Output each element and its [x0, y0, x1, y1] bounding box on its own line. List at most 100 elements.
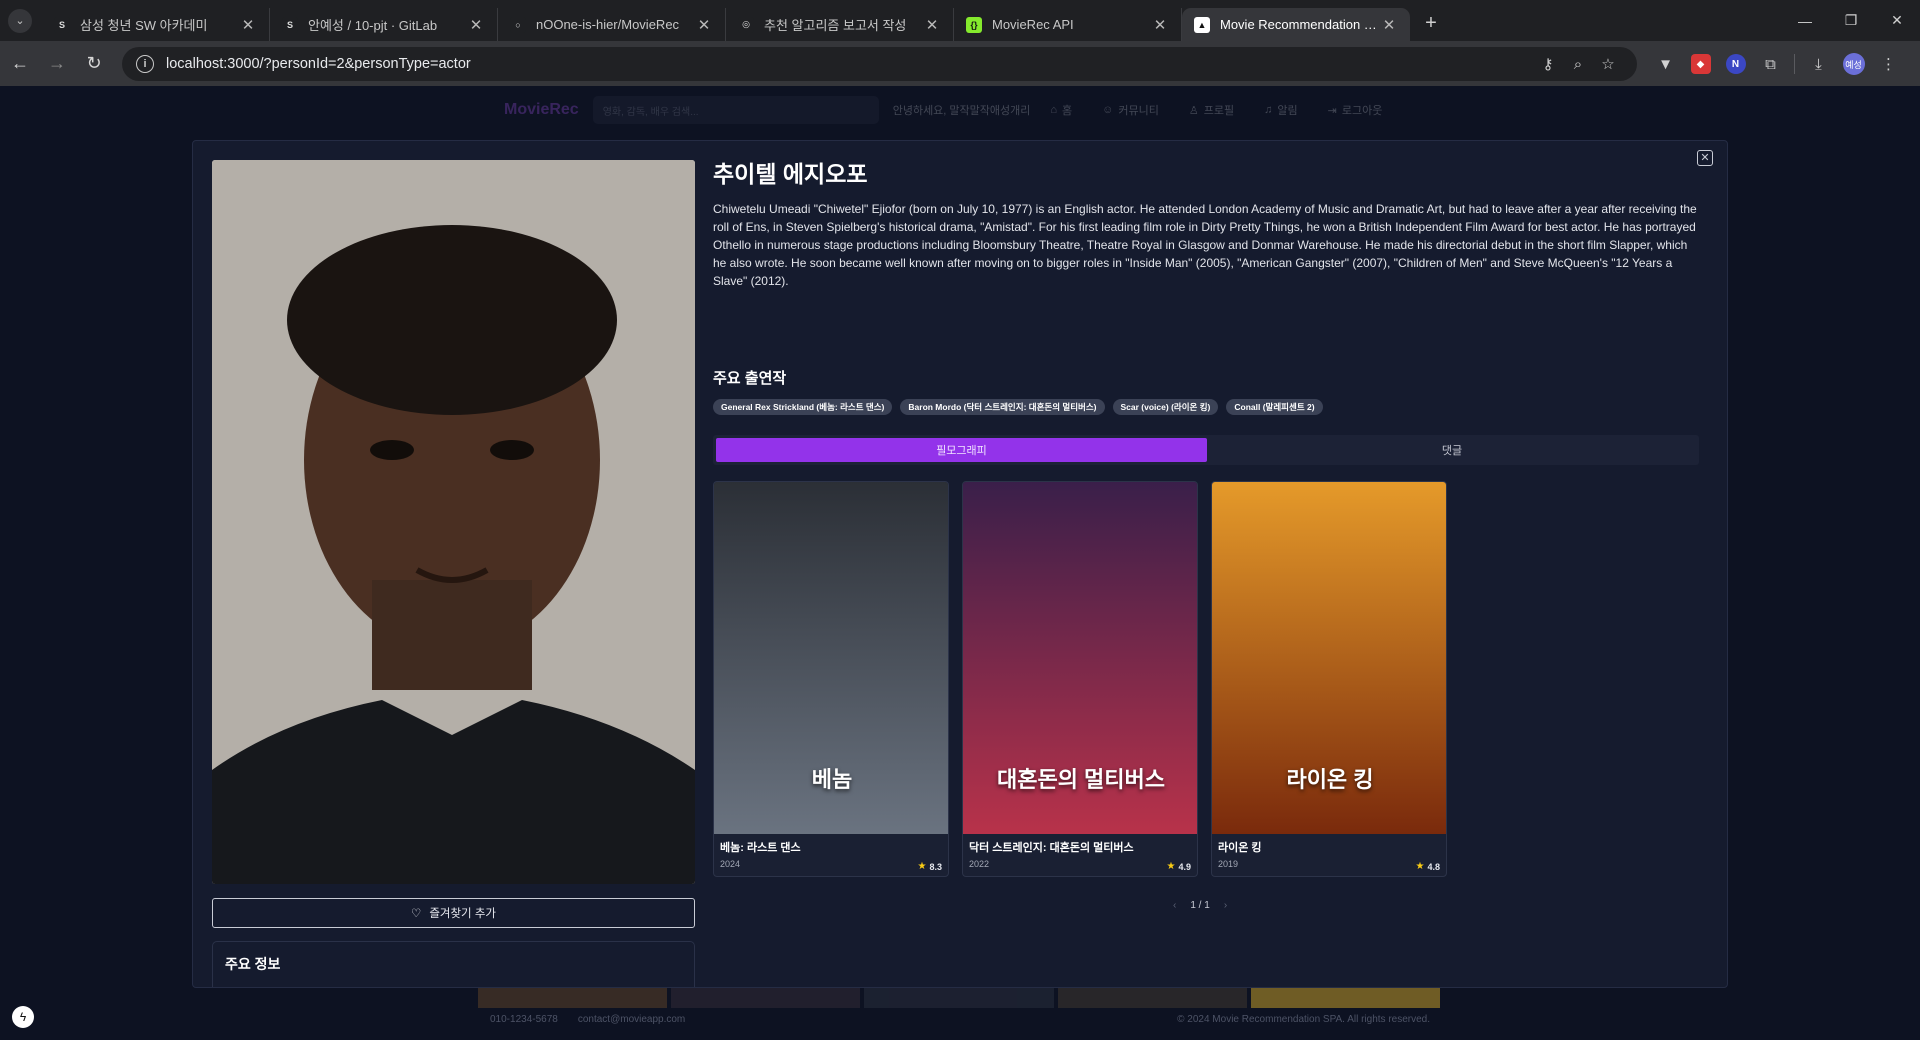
nav-link[interactable]: ⌂ 홈 [1050, 102, 1072, 118]
next-page-icon[interactable]: › [1224, 900, 1227, 911]
heart-icon: ♡ [411, 908, 422, 920]
tab-title: 안예성 / 10-pjt · GitLab [308, 18, 438, 33]
footer-phone: 010-1234-5678 [490, 1014, 558, 1025]
movie-meta: 닥터 스트레인지: 대혼돈의 멀티버스 2022 ★ 4.9 [963, 834, 1197, 876]
app-page: MovieRec 영화, 감독, 배우 검색... 안녕하세요, 말작말작애성개… [0, 86, 1920, 1040]
movie-poster[interactable]: 라이온 킹 [1212, 482, 1446, 834]
poster-title-text: 대혼돈의 멀티버스 [996, 767, 1166, 792]
url-text[interactable]: localhost:3000/?personId=2&personType=ac… [166, 56, 1533, 72]
tab-title: MovieRec API [992, 17, 1074, 32]
brand-logo[interactable]: MovieRec [504, 101, 579, 119]
tab-close-icon[interactable]: ✕ [695, 16, 713, 34]
ssafy-icon: S [54, 16, 70, 33]
poster-title-text: 라이온 킹 [1286, 767, 1374, 792]
swagger-icon: {} [966, 16, 982, 33]
profile-avatar[interactable]: 예성 [1836, 47, 1871, 81]
restore-icon[interactable]: ❐ [1828, 0, 1874, 41]
person-detail-panel: 추이텔 에지오포 Chiwetelu Umeadi "Chiwetel" Eji… [713, 155, 1713, 911]
content-tabs: 필모그래피 댓글 [713, 435, 1699, 465]
app-navbar: MovieRec 영화, 감독, 배우 검색... 안녕하세요, 말작말작애성개… [0, 86, 1920, 134]
person-name: 추이텔 에지오포 [713, 161, 868, 187]
add-favorite-label: 즐겨찾기 추가 [429, 908, 496, 920]
tab-comments[interactable]: 댓글 [1207, 438, 1697, 462]
movie-card[interactable]: 라이온 킹 라이온 킹 2019 ★ 4.8 [1211, 481, 1447, 877]
nav-link[interactable]: ☺ 커뮤니티 [1102, 102, 1159, 118]
role-chip[interactable]: Baron Mordo (닥터 스트레인지: 대혼돈의 멀티버스) [900, 399, 1105, 415]
portrait-image [212, 160, 695, 884]
browser-toolbar: ← → ↻ i localhost:3000/?personId=2&perso… [0, 41, 1920, 86]
minimize-icon[interactable]: — [1782, 0, 1828, 41]
role-chip[interactable]: General Rex Strickland (베놈: 라스트 댄스) [713, 399, 893, 415]
github-icon: ○ [510, 16, 526, 33]
password-key-icon[interactable]: ⚷ [1533, 55, 1563, 73]
zoom-icon[interactable]: ⌕ [1563, 56, 1593, 73]
address-bar[interactable]: i localhost:3000/?personId=2&personType=… [122, 47, 1637, 81]
nextjs-dev-indicator-icon[interactable]: ϟ [12, 1006, 34, 1028]
browser-tab[interactable]: {} MovieRec API ✕ [954, 8, 1182, 41]
movie-rating: ★ 4.9 [1167, 861, 1191, 872]
role-chip-list: General Rex Strickland (베놈: 라스트 댄스) Baron… [713, 399, 1323, 415]
vue-devtools-icon[interactable]: ▼ [1648, 47, 1683, 81]
browser-tab[interactable]: ○ nOOne-is-hier/MovieRec ✕ [498, 8, 726, 41]
menu-dots-icon[interactable]: ⋮ [1871, 47, 1906, 81]
extensions-puzzle-icon[interactable]: ⧉ [1753, 47, 1788, 81]
prev-page-icon[interactable]: ‹ [1173, 900, 1176, 911]
nav-link[interactable]: ♫ 알림 [1264, 102, 1298, 118]
gitlab-icon: S [282, 16, 298, 33]
role-chip[interactable]: Scar (voice) (라이온 킹) [1112, 399, 1219, 415]
page-indicator: 1 / 1 [1190, 900, 1210, 911]
movie-title: 닥터 스트레인지: 대혼돈의 멀티버스 [969, 842, 1134, 854]
nav-link[interactable]: ♙ 프로필 [1189, 102, 1234, 118]
pagination: ‹ 1 / 1 › [1173, 900, 1227, 911]
extension-red-icon[interactable]: ◆ [1683, 47, 1718, 81]
app-search-input[interactable]: 영화, 감독, 배우 검색... [592, 96, 879, 124]
browser-tab[interactable]: S 삼성 청년 SW 아카데미 ✕ [42, 8, 270, 41]
browser-tab[interactable]: S 안예성 / 10-pjt · GitLab ✕ [270, 8, 498, 41]
nav-link[interactable]: ⇥ 로그아웃 [1328, 102, 1383, 118]
tab-filmography[interactable]: 필모그래피 [716, 438, 1207, 462]
person-portrait [212, 160, 695, 884]
tab-close-icon[interactable]: ✕ [923, 16, 941, 34]
tab-close-icon[interactable]: ✕ [239, 16, 257, 34]
nav-link-label: 홈 [1062, 105, 1073, 117]
browser-tab[interactable]: ◎ 추천 알고리즘 보고서 작성 ✕ [726, 8, 954, 41]
movie-year: 2024 [720, 859, 741, 869]
footer-copyright: © 2024 Movie Recommendation SPA. All rig… [1177, 1014, 1430, 1025]
new-tab-icon[interactable]: + [1416, 9, 1446, 39]
rating-value: 4.8 [1427, 861, 1440, 872]
tab-close-icon[interactable]: ✕ [467, 16, 485, 34]
movie-poster[interactable]: 대혼돈의 멀티버스 [963, 482, 1197, 834]
movie-card[interactable]: 대혼돈의 멀티버스닥터 스트레인지: 대혼돈의 멀티버스 2022 ★ 4.9 [962, 481, 1198, 877]
vercel-icon: ▲ [1194, 16, 1210, 33]
star-icon: ★ [1415, 861, 1425, 872]
window-close-icon[interactable]: ✕ [1874, 0, 1920, 41]
forward-icon[interactable]: → [40, 47, 74, 81]
openai-icon: ◎ [738, 16, 754, 33]
reload-icon[interactable]: ↻ [77, 47, 111, 81]
toolbar-separator [1794, 54, 1795, 74]
person-info-card: 주요 정보 [212, 941, 695, 987]
browser-tab[interactable]: ▲ Movie Recommendation SPA ✕ [1182, 8, 1410, 41]
movie-year: 2019 [1218, 859, 1239, 869]
movie-card[interactable]: 베놈 베놈: 라스트 댄스 2024 ★ 8.3 [713, 481, 949, 877]
site-info-icon[interactable]: i [136, 55, 154, 73]
greeting-text: 안녕하세요, 말작말작애성개리 [892, 105, 1031, 117]
tab-close-icon[interactable]: ✕ [1151, 16, 1169, 34]
movie-meta: 라이온 킹 2019 ★ 4.8 [1212, 834, 1446, 876]
bookmark-star-icon[interactable]: ☆ [1593, 55, 1623, 73]
star-icon: ★ [917, 861, 927, 872]
poster-title-text: 베놈 [811, 767, 853, 792]
back-icon[interactable]: ← [3, 47, 37, 81]
nav-link-label: 프로필 [1203, 105, 1235, 117]
tab-search-icon[interactable]: ⌄ [8, 8, 32, 33]
role-chip[interactable]: Conall (말레피센트 2) [1226, 399, 1323, 415]
filmography-grid: 베놈 베놈: 라스트 댄스 2024 ★ 8.3 대혼돈의 멀티버스 닥터 스트레인지: 대… [713, 481, 1447, 877]
tab-close-icon[interactable]: ✕ [1380, 16, 1398, 34]
download-icon[interactable]: ⤓ [1801, 47, 1836, 81]
movie-poster[interactable]: 베놈 [714, 482, 948, 834]
roles-section-title: 주요 출연작 [713, 370, 787, 387]
extension-n-icon[interactable]: N [1718, 47, 1753, 81]
add-favorite-button[interactable]: ♡ 즐겨찾기 추가 [212, 898, 695, 928]
tab-title: Movie Recommendation SPA [1220, 17, 1380, 32]
movie-title: 베놈: 라스트 댄스 [720, 842, 801, 854]
